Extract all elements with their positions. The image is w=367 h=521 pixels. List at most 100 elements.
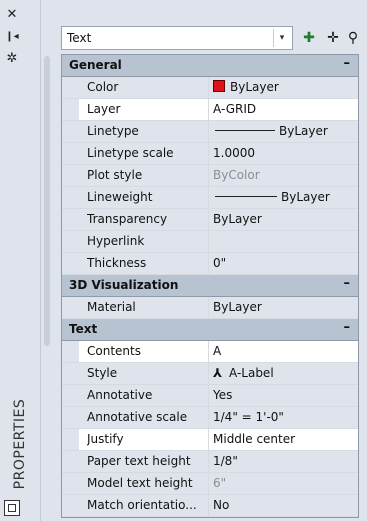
property-label: Paper text height	[87, 454, 191, 468]
property-label: Linetype	[87, 124, 139, 138]
row-gutter	[62, 231, 79, 252]
property-label: Contents	[87, 344, 141, 358]
property-value[interactable]: 1/4" = 1'-0"	[208, 407, 358, 428]
property-label: Layer	[87, 102, 121, 116]
property-label: Annotative	[87, 388, 153, 402]
row-gutter	[62, 341, 79, 362]
property-label: Thickness	[87, 256, 147, 270]
row-gutter	[62, 77, 79, 98]
row-gutter	[62, 429, 79, 450]
property-value[interactable]: ⅄ A-Label	[208, 363, 358, 384]
property-value[interactable]: A-GRID	[208, 99, 358, 120]
autohide-icon[interactable]: ❙◂	[0, 30, 24, 44]
row-gutter	[62, 385, 79, 406]
section-title: Text	[69, 322, 98, 336]
property-value[interactable]: ByLayer	[208, 297, 358, 318]
property-value[interactable]: 1/8"	[208, 451, 358, 472]
property-label: Color	[87, 80, 119, 94]
collapse-icon[interactable]: –	[344, 320, 351, 335]
property-label: Material	[87, 300, 136, 314]
property-label: Style	[87, 366, 118, 380]
color-swatch-icon	[213, 80, 225, 92]
row-gutter	[62, 187, 79, 208]
property-value[interactable]	[208, 231, 358, 252]
row-gutter	[62, 143, 79, 164]
row-gutter	[62, 99, 79, 120]
property-row-linetype[interactable]: Linetype ByLayer	[62, 121, 358, 143]
property-row-thickness[interactable]: Thickness 0"	[62, 253, 358, 275]
settings-icon[interactable]: ✲	[0, 52, 24, 66]
property-row-transparency[interactable]: Transparency ByLayer	[62, 209, 358, 231]
property-label: Lineweight	[87, 190, 153, 204]
vertical-scrollbar[interactable]	[44, 56, 50, 346]
property-row-paper-text-height[interactable]: Paper text height 1/8"	[62, 451, 358, 473]
section-general[interactable]: General –	[62, 55, 358, 77]
property-value[interactable]: A	[208, 341, 358, 362]
row-gutter	[62, 473, 79, 494]
object-type-dropdown[interactable]: Text ▾	[61, 26, 293, 50]
chevron-down-icon[interactable]: ▾	[273, 29, 290, 47]
row-gutter	[62, 363, 79, 384]
lineweight-value-text: ByLayer	[281, 190, 330, 204]
palette-title-strip: ✕ ❙◂ ✲ PROPERTIES	[0, 0, 41, 521]
annotative-style-icon: ⅄	[213, 366, 223, 380]
property-row-annotative-scale[interactable]: Annotative scale 1/4" = 1'-0"	[62, 407, 358, 429]
row-gutter	[62, 165, 79, 186]
property-label: Hyperlink	[87, 234, 145, 248]
section-text[interactable]: Text –	[62, 319, 358, 341]
property-row-contents[interactable]: Contents A	[62, 341, 358, 363]
palette-title: PROPERTIES	[12, 398, 28, 490]
property-row-annotative[interactable]: Annotative Yes	[62, 385, 358, 407]
section-title: 3D Visualization	[69, 278, 179, 292]
property-label: Justify	[87, 432, 124, 446]
quick-select-icon[interactable]: ✚	[298, 28, 320, 48]
property-value[interactable]: ByLayer	[208, 209, 358, 230]
property-value: 6"	[208, 473, 358, 494]
object-type-value: Text	[67, 31, 92, 45]
property-label: Match orientatio...	[87, 498, 197, 512]
property-value[interactable]: ByLayer	[208, 121, 358, 142]
lineweight-preview-icon	[215, 196, 277, 197]
property-row-hyperlink[interactable]: Hyperlink	[62, 231, 358, 253]
property-value: ByColor	[208, 165, 358, 186]
property-row-model-text-height[interactable]: Model text height 6"	[62, 473, 358, 495]
property-row-color[interactable]: Color ByLayer	[62, 77, 358, 99]
property-label: Plot style	[87, 168, 143, 182]
color-value-text: ByLayer	[230, 80, 279, 94]
row-gutter	[62, 121, 79, 142]
property-value[interactable]: No	[208, 495, 358, 516]
property-label: Linetype scale	[87, 146, 174, 160]
row-gutter	[62, 209, 79, 230]
property-row-justify[interactable]: Justify Middle center	[62, 429, 358, 451]
collapse-icon[interactable]: –	[344, 56, 351, 71]
property-value[interactable]: 0"	[208, 253, 358, 274]
row-gutter	[62, 253, 79, 274]
property-value[interactable]: Middle center	[208, 429, 358, 450]
property-label: Transparency	[87, 212, 168, 226]
properties-panel: Text ▾ ✚ ✛ ⚲ General – Color ByLayer Lay…	[56, 14, 361, 518]
toolbar: Text ▾ ✚ ✛ ⚲	[56, 26, 361, 52]
pickadd-toggle-icon[interactable]: ✛	[322, 28, 344, 48]
close-icon[interactable]: ✕	[0, 8, 24, 22]
palette-properties-icon[interactable]	[4, 500, 20, 516]
section-3d-visualization[interactable]: 3D Visualization –	[62, 275, 358, 297]
property-value[interactable]: ByLayer	[208, 187, 358, 208]
property-value[interactable]: ByLayer	[208, 77, 358, 98]
linetype-value-text: ByLayer	[279, 124, 328, 138]
collapse-icon[interactable]: –	[344, 276, 351, 291]
property-row-match-orientation[interactable]: Match orientatio... No	[62, 495, 358, 517]
properties-palette: ✕ ❙◂ ✲ PROPERTIES Text ▾ ✚ ✛ ⚲ General –…	[0, 0, 367, 521]
property-row-plot-style[interactable]: Plot style ByColor	[62, 165, 358, 187]
property-row-lineweight[interactable]: Lineweight ByLayer	[62, 187, 358, 209]
property-label: Model text height	[87, 476, 193, 490]
property-value[interactable]: 1.0000	[208, 143, 358, 164]
style-value-text: A-Label	[229, 366, 274, 380]
property-row-linetype-scale[interactable]: Linetype scale 1.0000	[62, 143, 358, 165]
property-row-layer[interactable]: Layer A-GRID	[62, 99, 358, 121]
row-gutter	[62, 495, 79, 516]
property-row-style[interactable]: Style ⅄ A-Label	[62, 363, 358, 385]
property-value[interactable]: Yes	[208, 385, 358, 406]
property-row-material[interactable]: Material ByLayer	[62, 297, 358, 319]
linetype-preview-icon	[215, 130, 275, 131]
select-objects-icon[interactable]: ⚲	[342, 28, 364, 48]
